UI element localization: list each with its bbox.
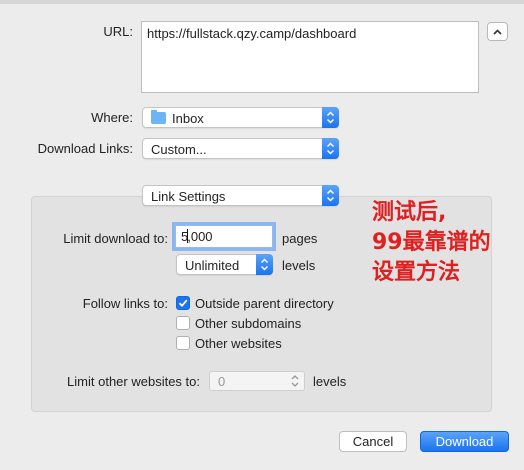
limit-other-label: Limit other websites to: [67,374,200,389]
other-subdomains-label: Other subdomains [195,316,302,331]
cancel-button[interactable]: Cancel [339,431,407,452]
follow-links-label: Follow links to: [82,296,168,311]
annotation-line-2: 99最靠谱的 [372,230,491,255]
other-subdomains-checkbox[interactable] [176,316,190,330]
limit-download-field[interactable]: 5,000 [175,225,273,248]
limit-download-label: Limit download to: [63,231,168,246]
stepper-arrows-icon [291,375,299,387]
download-button[interactable]: Download [420,431,509,452]
outside-parent-label: Outside parent directory [195,296,334,311]
where-popup[interactable]: Inbox [142,107,339,128]
limit-download-value-tail: ,000 [187,229,213,244]
folder-icon [151,110,166,124]
levels-popup[interactable]: Unlimited [176,254,273,275]
updown-arrows-icon [322,107,339,128]
url-field[interactable]: https://fullstack.qzy.camp/dashboard [141,21,479,93]
url-value: https://fullstack.qzy.camp/dashboard [147,26,357,41]
outside-parent-checkbox[interactable] [176,296,190,310]
limit-other-levels-label: levels [313,374,347,389]
updown-arrows-icon [322,185,339,206]
download-links-value: Custom... [151,142,207,157]
download-links-popup[interactable]: Custom... [142,138,339,159]
download-links-label: Download Links: [37,141,133,156]
link-settings-popup[interactable]: Link Settings [142,185,339,206]
annotation-line-3: 设置方法 [372,260,461,285]
expand-url-button[interactable] [487,22,508,41]
checkmark-icon [178,299,188,308]
where-label: Where: [91,110,133,125]
limit-other-stepper[interactable]: 0 [209,371,305,391]
annotation-line-1: 测试后, [372,200,447,225]
other-websites-label: Other websites [195,336,282,351]
updown-arrows-icon [256,254,273,275]
window-top-edge [0,0,524,4]
levels-label: levels [282,258,316,273]
chevron-up-icon [493,28,502,35]
levels-value: Unlimited [185,258,240,273]
url-label: URL: [103,24,133,39]
other-websites-checkbox[interactable] [176,336,190,350]
limit-other-value: 0 [218,374,226,389]
link-settings-value: Link Settings [151,189,226,204]
where-value: Inbox [172,111,204,126]
updown-arrows-icon [322,138,339,159]
pages-label: pages [282,231,318,246]
